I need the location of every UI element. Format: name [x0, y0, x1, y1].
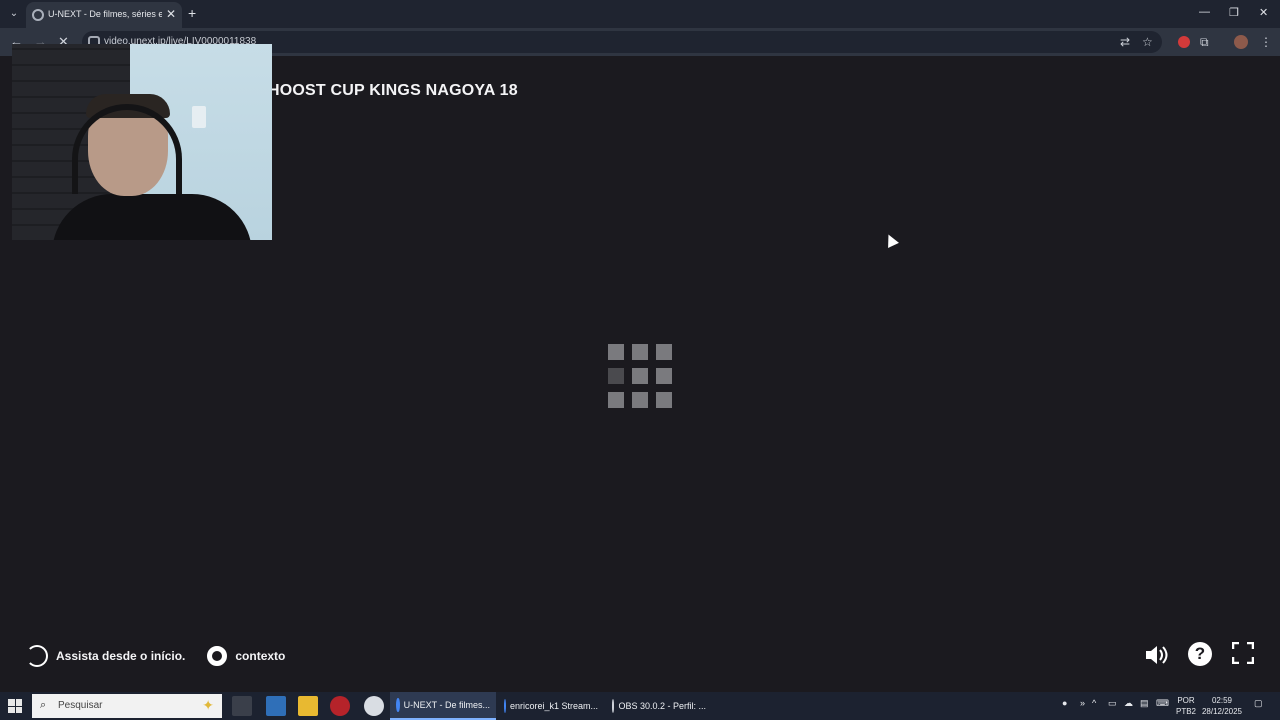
search-placeholder: Pesquisar — [58, 700, 103, 711]
webcam-overlay — [12, 44, 272, 240]
cloud-icon[interactable]: ☁ — [1124, 698, 1133, 709]
tab-close-icon[interactable]: ✕ — [166, 7, 176, 21]
calculator-app-icon[interactable] — [266, 696, 286, 716]
tab-title: U-NEXT - De filmes, séries e an — [48, 9, 162, 19]
minimize-icon[interactable]: — — [1199, 6, 1210, 18]
menu-dots-icon[interactable]: ⋮ — [1260, 35, 1272, 49]
notification-icon[interactable]: ▢ — [1254, 698, 1263, 709]
browser-tabstrip: ⌄ U-NEXT - De filmes, séries e an ✕ + — … — [0, 0, 1280, 28]
browser-tab[interactable]: U-NEXT - De filmes, séries e an ✕ — [26, 2, 182, 28]
taskbar-task-unext[interactable]: U-NEXT - De filmes... — [390, 692, 496, 720]
volume-icon[interactable] — [1144, 642, 1170, 668]
fullscreen-icon[interactable] — [1232, 642, 1254, 664]
keyboard-icon[interactable]: ⌨ — [1156, 698, 1169, 709]
monitor-icon[interactable]: ▭ — [1108, 698, 1117, 709]
extension-icon[interactable] — [1178, 36, 1190, 48]
tab-favicon-icon — [32, 9, 44, 21]
webcam-outlet — [192, 106, 206, 128]
task-label: OBS 30.0.2 - Perfil: ... — [618, 701, 706, 711]
chevron-up-icon[interactable]: ^ — [1092, 698, 1096, 708]
recorder-app-icon[interactable] — [330, 696, 350, 716]
obs-icon — [612, 699, 615, 713]
settings-button[interactable]: contexto — [207, 646, 285, 666]
overflow-icon[interactable]: » — [1080, 698, 1085, 708]
replay-button[interactable]: Assista desde o início. — [26, 645, 185, 667]
window-close-icon[interactable]: ✕ — [1259, 6, 1268, 19]
windows-taskbar: ⌕ Pesquisar ✦ U-NEXT - De filmes... enri… — [0, 692, 1280, 720]
translate-icon[interactable]: ⇄ — [1120, 35, 1130, 49]
new-tab-button[interactable]: + — [188, 5, 196, 21]
app-icon[interactable] — [364, 696, 384, 716]
taskbar-task-obs[interactable]: OBS 30.0.2 - Perfil: ... — [606, 692, 712, 720]
lang-top: POR — [1177, 696, 1195, 705]
search-icon: ⌕ — [40, 699, 47, 711]
clock-date: 28/12/2025 — [1201, 707, 1243, 716]
keyboard-app-icon[interactable] — [232, 696, 252, 716]
sparkle-icon: ✦ — [202, 697, 214, 713]
taskbar-task-stream[interactable]: enricorei_k1 Stream... — [498, 692, 604, 720]
loading-grid-icon — [608, 344, 672, 408]
player-left-controls: Assista desde o início. contexto — [26, 645, 285, 667]
settings-label: contexto — [235, 649, 286, 663]
task-label: enricorei_k1 Stream... — [509, 701, 598, 711]
clock-time: 02:59 — [1211, 696, 1233, 705]
restore-icon[interactable]: ❐ — [1229, 6, 1239, 19]
replay-icon — [26, 645, 48, 667]
language-indicator[interactable]: POR PTB2 — [1176, 695, 1196, 717]
star-icon[interactable]: ☆ — [1142, 35, 1153, 49]
tab-search-icon[interactable]: ⌄ — [6, 6, 22, 22]
network-icon[interactable]: ▤ — [1140, 698, 1149, 709]
file-explorer-icon[interactable] — [298, 696, 318, 716]
help-icon[interactable]: ? — [1188, 642, 1212, 666]
lang-bottom: PTB2 — [1176, 707, 1197, 716]
profile-avatar[interactable] — [1234, 35, 1248, 49]
taskbar-search[interactable]: ⌕ Pesquisar ✦ — [32, 694, 222, 718]
taskbar-clock[interactable]: 02:59 28/12/2025 — [1200, 695, 1244, 717]
chrome-tray-icon[interactable]: ● — [1062, 698, 1067, 708]
windows-start-icon[interactable] — [8, 699, 22, 713]
video-title: HOOST CUP KINGS NAGOYA 18 — [268, 82, 518, 99]
chrome-icon — [504, 699, 506, 713]
chrome-icon — [396, 698, 400, 712]
replay-label: Assista desde o início. — [56, 649, 186, 663]
task-label: U-NEXT - De filmes... — [403, 700, 490, 710]
puzzle-icon[interactable]: ⧉ — [1200, 35, 1209, 50]
gear-icon — [207, 646, 228, 666]
